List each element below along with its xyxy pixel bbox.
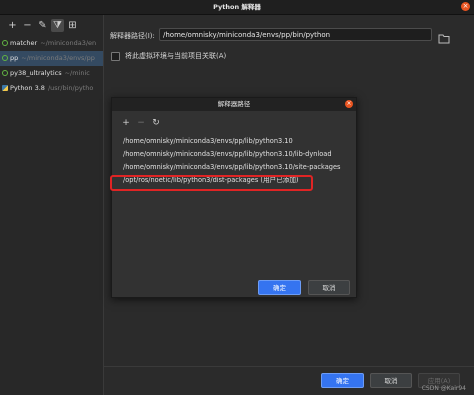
interpreter-path: ~/miniconda3/envs/pp bbox=[21, 54, 95, 62]
watermark: CSDN @Kair94 bbox=[421, 385, 466, 392]
venv-icon bbox=[2, 70, 8, 76]
venv-icon bbox=[2, 40, 8, 46]
interpreter-name: py38_ultralytics bbox=[10, 69, 62, 77]
interpreter-item-pp[interactable]: pp ~/miniconda3/envs/pp bbox=[0, 51, 103, 66]
interpreter-name: matcher bbox=[10, 39, 38, 47]
divider bbox=[104, 366, 474, 367]
minus-icon[interactable]: − bbox=[21, 19, 34, 32]
sidebar-toolbar: + − ✎ ⧩ ⊞ bbox=[6, 19, 79, 33]
interpreter-path: ~/miniconda3/en bbox=[40, 39, 97, 47]
ok-button[interactable]: 确定 bbox=[321, 373, 364, 388]
refresh-icon[interactable]: ↻ bbox=[151, 118, 161, 128]
dialog-toolbar: + − ↻ bbox=[121, 118, 161, 128]
close-icon[interactable]: × bbox=[461, 2, 470, 11]
interpreter-sidebar: + − ✎ ⧩ ⊞ matcher ~/miniconda3/en pp ~/min… bbox=[0, 15, 104, 395]
minus-icon: − bbox=[137, 118, 145, 128]
filter-icon[interactable]: ⧩ bbox=[51, 19, 64, 32]
list-item[interactable]: /home/omnisky/miniconda3/envs/pp/lib/pyt… bbox=[120, 161, 350, 174]
interpreter-name: Python 3.8 bbox=[10, 84, 45, 92]
interpreter-item-matcher[interactable]: matcher ~/miniconda3/en bbox=[0, 36, 103, 51]
interpreter-item-py38-ultralytics[interactable]: py38_ultralytics ~/minic bbox=[0, 66, 103, 81]
list-item[interactable]: /home/omnisky/miniconda3/envs/pp/lib/pyt… bbox=[120, 135, 350, 148]
interpreter-paths-dialog: 解释器路径 × + − ↻ /home/omnisky/miniconda3/e… bbox=[111, 97, 357, 298]
folder-icon[interactable] bbox=[438, 29, 450, 44]
window-title: Python 解释器 bbox=[213, 3, 261, 11]
interpreter-path-label: 解释器路径(I): bbox=[110, 32, 155, 40]
plus-icon[interactable]: + bbox=[6, 19, 19, 32]
dialog-title: 解释器路径 bbox=[112, 98, 356, 111]
plus-icon[interactable]: + bbox=[121, 118, 131, 128]
title-bar: Python 解释器 × bbox=[0, 0, 474, 15]
python-icon bbox=[2, 85, 8, 91]
user-added-path-highlight bbox=[110, 175, 313, 191]
interpreter-path: ~/minic bbox=[64, 69, 90, 77]
associate-label: 将此虚拟环境与当前项目关联(A) bbox=[125, 52, 227, 60]
associate-checkbox-row[interactable]: 将此虚拟环境与当前项目关联(A) bbox=[111, 51, 226, 61]
tree-icon[interactable]: ⊞ bbox=[66, 19, 79, 32]
dialog-ok-button[interactable]: 确定 bbox=[258, 280, 301, 295]
cancel-button[interactable]: 取消 bbox=[370, 373, 412, 388]
close-icon[interactable]: × bbox=[345, 100, 353, 108]
dialog-cancel-button[interactable]: 取消 bbox=[308, 280, 350, 295]
pencil-icon[interactable]: ✎ bbox=[36, 19, 49, 32]
interpreter-item-python38[interactable]: Python 3.8/usr/bin/pytho bbox=[0, 81, 103, 96]
interpreter-path: /usr/bin/pytho bbox=[47, 84, 94, 92]
list-item[interactable]: /home/omnisky/miniconda3/envs/pp/lib/pyt… bbox=[120, 148, 350, 161]
associate-checkbox[interactable] bbox=[111, 51, 120, 61]
interpreter-list: matcher ~/miniconda3/en pp ~/miniconda3/en… bbox=[0, 36, 103, 96]
interpreter-name: pp bbox=[10, 54, 19, 62]
interpreter-path-field[interactable]: /home/omnisky/miniconda3/envs/pp/bin/pyt… bbox=[159, 28, 432, 41]
venv-icon bbox=[2, 55, 8, 61]
